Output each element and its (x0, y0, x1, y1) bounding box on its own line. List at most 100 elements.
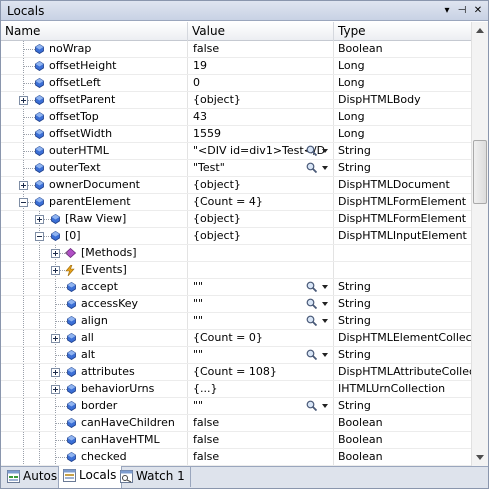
locals-row[interactable]: behaviorUrns {...} IHTMLUrnCollection (1, 381, 471, 398)
value-cell[interactable]: "" (188, 296, 334, 312)
value-cell[interactable]: {object} (188, 177, 334, 193)
scroll-up-arrow-icon[interactable] (472, 22, 488, 39)
column-header-type[interactable]: Type (334, 22, 471, 41)
vertical-scrollbar[interactable] (471, 22, 488, 466)
value-cell[interactable]: {Count = 108} (188, 364, 334, 380)
variable-name: offsetWidth (49, 127, 113, 140)
locals-row[interactable]: outerText "Test" String (1, 160, 471, 177)
close-icon[interactable]: ✕ (471, 4, 485, 18)
value-cell[interactable]: {Count = 0} (188, 330, 334, 346)
locals-row[interactable]: checked false Boolean (1, 449, 471, 466)
visualizer-magnifier-icon[interactable] (306, 315, 318, 327)
pin-icon[interactable]: ⊣ (455, 4, 469, 18)
expand-icon[interactable] (51, 385, 60, 394)
tree-branch-line (56, 457, 67, 458)
locals-row[interactable]: offsetLeft 0 Long (1, 75, 471, 92)
visualizer-dropdown-icon[interactable] (322, 319, 328, 323)
property-icon (35, 78, 44, 88)
expand-icon[interactable] (19, 181, 28, 190)
visualizer-dropdown-icon[interactable] (322, 353, 328, 357)
locals-row[interactable]: canHaveHTML false Boolean (1, 432, 471, 449)
value-cell[interactable]: false (188, 41, 334, 57)
value-cell[interactable]: {object} (188, 92, 334, 108)
visualizer-dropdown-icon[interactable] (322, 166, 328, 170)
value-cell[interactable]: {...} (188, 381, 334, 397)
locals-row[interactable]: ownerDocument {object} DispHTMLDocument (1, 177, 471, 194)
value-cell[interactable]: "" (188, 313, 334, 329)
value-cell[interactable] (188, 245, 334, 261)
type-cell: DispHTMLInputElement (338, 229, 467, 242)
collapse-icon[interactable] (35, 232, 44, 241)
column-header-name[interactable]: Name (1, 22, 188, 41)
value-cell[interactable]: {object} (188, 228, 334, 244)
value-cell[interactable]: "<DIV id=div1>Test</D (188, 143, 334, 159)
visualizer-magnifier-icon[interactable] (306, 281, 318, 293)
locals-row[interactable]: offsetTop 43 Long (1, 109, 471, 126)
name-cell: offsetWidth (1, 126, 188, 142)
variable-name: border (81, 399, 118, 412)
value-cell[interactable]: {Count = 4} (188, 194, 334, 210)
value-cell[interactable]: "" (188, 347, 334, 363)
value-cell[interactable]: 43 (188, 109, 334, 125)
value-cell[interactable]: "Test" (188, 160, 334, 176)
value-cell[interactable]: 0 (188, 75, 334, 91)
scrollbar-thumb[interactable] (473, 140, 487, 204)
locals-row[interactable]: accessKey "" String (1, 296, 471, 313)
expand-icon[interactable] (35, 215, 44, 224)
variable-name: [Events] (81, 263, 127, 276)
value-cell[interactable]: "" (188, 279, 334, 295)
type-cell: Long (338, 110, 365, 123)
visualizer-dropdown-icon[interactable] (322, 302, 328, 306)
value-cell[interactable]: false (188, 415, 334, 431)
locals-row[interactable]: [Raw View] {object} DispHTMLFormElement (1, 211, 471, 228)
value-cell[interactable]: false (188, 432, 334, 448)
visualizer-dropdown-icon[interactable] (322, 149, 328, 153)
locals-row[interactable]: offsetParent {object} DispHTMLBody (1, 92, 471, 109)
type-cell: DispHTMLBody (338, 93, 421, 106)
value-cell[interactable]: {object} (188, 211, 334, 227)
expand-icon[interactable] (51, 334, 60, 343)
value-cell[interactable]: false (188, 449, 334, 465)
locals-row[interactable]: offsetHeight 19 Long (1, 58, 471, 75)
locals-row[interactable]: noWrap false Boolean (1, 41, 471, 58)
locals-row[interactable]: attributes {Count = 108} DispHTMLAttribute… (1, 364, 471, 381)
locals-grid: noWrap false Boolean offsetHeight 19 Long offs… (1, 41, 471, 466)
visualizer-magnifier-icon[interactable] (306, 349, 318, 361)
expand-icon[interactable] (51, 249, 60, 258)
locals-row[interactable]: all {Count = 0} DispHTMLElementCollection (1, 330, 471, 347)
locals-row[interactable]: [Events] (1, 262, 471, 279)
locals-row[interactable]: accept "" String (1, 279, 471, 296)
tab-autos[interactable]: Autos (3, 467, 64, 487)
collapse-icon[interactable] (19, 198, 28, 207)
locals-row[interactable]: outerHTML "<DIV id=div1>Test</D String (1, 143, 471, 160)
locals-row[interactable]: [Methods] (1, 245, 471, 262)
locals-row[interactable]: canHaveChildren false Boolean (1, 415, 471, 432)
expand-icon[interactable] (51, 266, 60, 275)
locals-row[interactable]: [0] {object} DispHTMLInputElement (1, 228, 471, 245)
window-position-dropdown-icon[interactable]: ▾ (440, 4, 454, 18)
value-cell[interactable]: 19 (188, 58, 334, 74)
value-cell[interactable]: 1559 (188, 126, 334, 142)
scroll-down-arrow-icon[interactable] (472, 449, 488, 466)
tab-watch-1[interactable]: Watch 1 (116, 467, 191, 487)
locals-row[interactable]: parentElement {Count = 4} DispHTMLFormElem… (1, 194, 471, 211)
locals-row[interactable]: align "" String (1, 313, 471, 330)
locals-row[interactable]: border "" String (1, 398, 471, 415)
expand-icon[interactable] (19, 96, 28, 105)
expand-icon[interactable] (51, 368, 60, 377)
variable-value: false (193, 42, 220, 55)
locals-row[interactable]: alt "" String (1, 347, 471, 364)
property-icon (67, 316, 76, 326)
visualizer-magnifier-icon[interactable] (306, 298, 318, 310)
visualizer-dropdown-icon[interactable] (322, 285, 328, 289)
visualizer-magnifier-icon[interactable] (306, 162, 318, 174)
visualizer-magnifier-icon[interactable] (306, 145, 318, 157)
type-cell (334, 245, 471, 261)
value-cell[interactable] (188, 262, 334, 278)
locals-row[interactable]: offsetWidth 1559 Long (1, 126, 471, 143)
tab-locals[interactable]: Locals (58, 466, 123, 488)
value-cell[interactable]: "" (188, 398, 334, 414)
visualizer-magnifier-icon[interactable] (306, 400, 318, 412)
column-header-value[interactable]: Value (188, 22, 334, 41)
visualizer-dropdown-icon[interactable] (322, 404, 328, 408)
